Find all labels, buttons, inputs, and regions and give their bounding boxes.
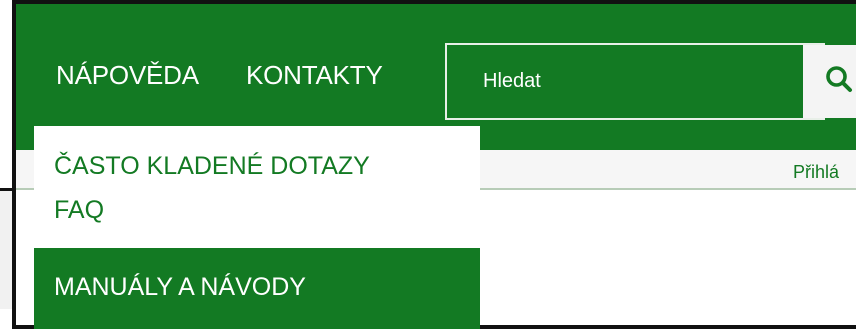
dropdown-item-manuals-label: MANUÁLY A NÁVODY bbox=[54, 273, 306, 301]
dropdown-item-faq-line1: ČASTO KLADENÉ DOTAZY bbox=[54, 152, 370, 180]
search-button[interactable] bbox=[803, 45, 856, 118]
search-icon bbox=[824, 64, 854, 99]
login-link[interactable]: Přihlá bbox=[793, 162, 839, 183]
dropdown-item-faq-line2: FAQ bbox=[54, 196, 105, 224]
search-input[interactable] bbox=[447, 45, 833, 118]
nav-contacts-link[interactable]: KONTAKTY bbox=[246, 62, 383, 88]
search-box bbox=[445, 43, 856, 120]
dropdown-item-manuals[interactable]: MANUÁLY A NÁVODY bbox=[34, 248, 480, 329]
nav-help-link[interactable]: NÁPOVĚDA bbox=[56, 62, 199, 88]
dropdown-item-faq[interactable]: ČASTO KLADENÉ DOTAZY FAQ bbox=[34, 126, 480, 248]
help-dropdown-menu: ČASTO KLADENÉ DOTAZY FAQ MANUÁLY A NÁVOD… bbox=[34, 126, 480, 329]
